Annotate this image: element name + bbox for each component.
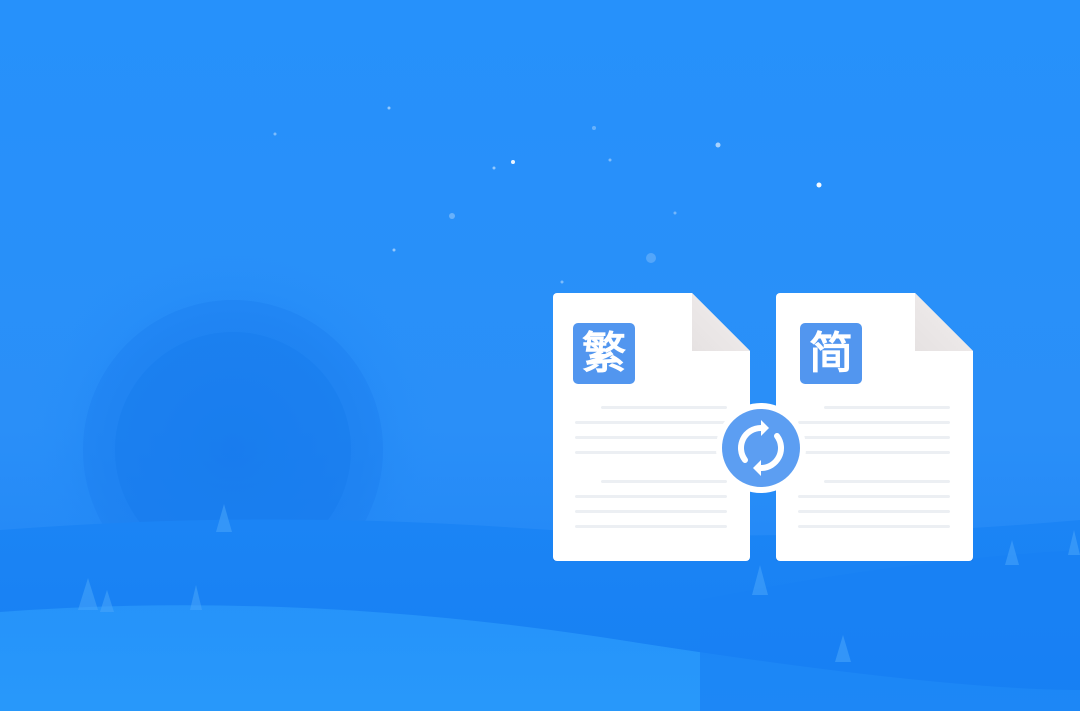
convert-swap-button[interactable] <box>716 403 806 493</box>
simplified-character-badge: 简 <box>800 323 862 384</box>
stars <box>273 106 822 284</box>
refresh-swap-icon <box>738 420 784 476</box>
traditional-character-badge: 繁 <box>573 323 635 384</box>
